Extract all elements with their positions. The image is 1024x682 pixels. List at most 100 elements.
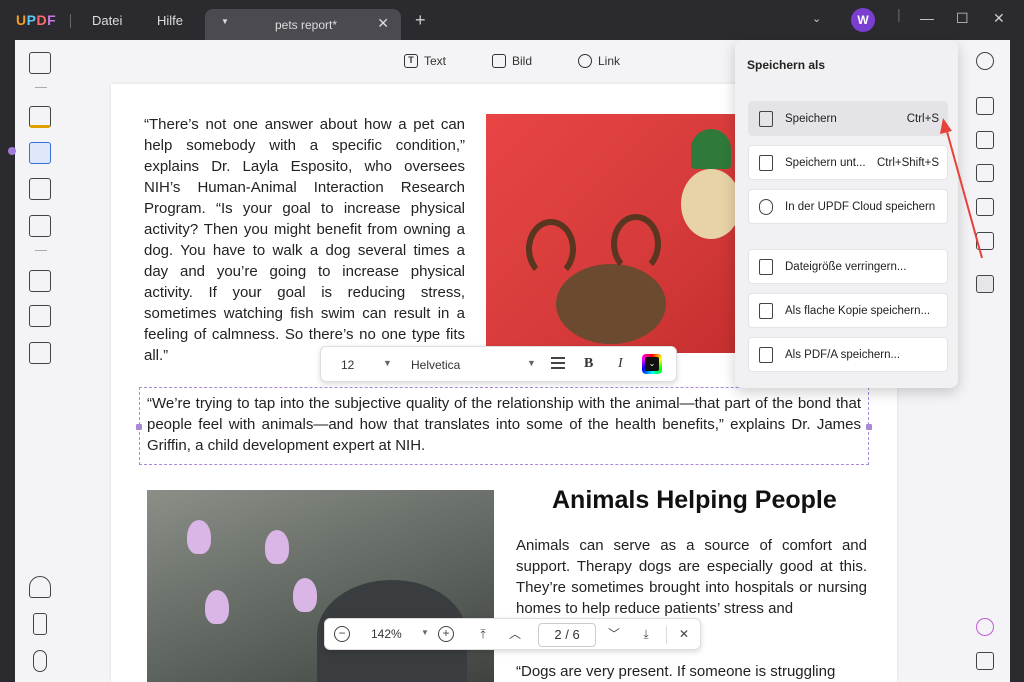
add-text-label: Text — [424, 54, 447, 68]
save-to-cloud-button[interactable]: In der UPDF Cloud speichern — [748, 189, 948, 224]
flatten-icon — [759, 303, 773, 319]
section-heading[interactable]: Animals Helping People — [552, 486, 837, 515]
shortcut-label: Ctrl+S — [906, 113, 939, 125]
body-paragraph[interactable]: “There’s not one answer about how a pet … — [144, 114, 465, 366]
save-as-menu: Speichern als Speichern Ctrl+S Speichern… — [735, 40, 958, 388]
font-color-button[interactable]: ⌄ — [642, 354, 662, 374]
share-icon[interactable] — [976, 198, 994, 216]
comment-list-icon[interactable] — [976, 652, 994, 670]
close-tab-icon[interactable]: ✕ — [377, 15, 389, 32]
convert-icon[interactable] — [976, 131, 994, 149]
maximize-icon[interactable]: ☐ — [956, 10, 969, 27]
save-flattened-label: Als flache Kopie speichern... — [785, 305, 931, 317]
body-paragraph[interactable]: “Dogs are very present. If someone is st… — [516, 661, 867, 682]
previous-page-icon[interactable]: ︿ — [507, 626, 523, 642]
font-family-select[interactable]: Helvetica — [411, 358, 460, 372]
add-link-label: Link — [598, 54, 621, 68]
quote-paragraph[interactable]: “We’re trying to tap into the subjective… — [147, 393, 861, 456]
fill-sign-icon[interactable] — [29, 215, 51, 237]
divider — [35, 250, 47, 251]
protect-file-icon[interactable] — [976, 164, 994, 182]
new-tab-icon[interactable]: + — [415, 10, 426, 31]
save-flattened-button[interactable]: Als flache Kopie speichern... — [748, 293, 948, 328]
sidebar-toggle-handle[interactable] — [8, 147, 16, 155]
link-icon — [578, 54, 592, 68]
comment-icon[interactable] — [29, 106, 51, 128]
menu-hilfe[interactable]: Hilfe — [157, 13, 183, 28]
resize-handle-left[interactable] — [136, 424, 142, 430]
text-icon: T — [404, 54, 418, 68]
save-to-cloud-label: In der UPDF Cloud speichern — [785, 201, 936, 213]
chevron-down-icon[interactable]: ▼ — [421, 628, 429, 637]
save-icon — [759, 111, 773, 127]
zoom-level[interactable]: 142% — [371, 627, 402, 641]
save-pdfa-label: Als PDF/A speichern... — [785, 349, 901, 361]
attachment-icon[interactable] — [33, 650, 47, 672]
cat-photo[interactable] — [147, 490, 494, 682]
chevron-down-icon: ⌄ — [645, 357, 659, 371]
reduce-file-size-button[interactable]: Dateigröße verringern... — [748, 249, 948, 284]
save-icon[interactable] — [976, 275, 994, 293]
updf-logo: UPDF — [16, 12, 57, 28]
save-as-label: Speichern unt... — [785, 157, 866, 169]
italic-button[interactable]: I — [618, 356, 623, 372]
first-page-icon[interactable]: ⤒ — [475, 626, 491, 642]
page-navigation-bar: − 142% ▼ + ⤒ ︿ 2 / 6 ﹀ ⤓ ✕ — [324, 618, 701, 650]
ocr-icon[interactable] — [976, 97, 994, 115]
divider: | — [897, 6, 901, 22]
bold-button[interactable]: B — [584, 356, 593, 372]
ai-assistant-icon[interactable] — [976, 618, 994, 636]
save-button[interactable]: Speichern Ctrl+S — [748, 101, 948, 136]
last-page-icon[interactable]: ⤓ — [638, 626, 654, 642]
reader-icon[interactable] — [29, 52, 51, 74]
chevron-down-icon[interactable]: ▼ — [527, 358, 536, 368]
minimize-icon[interactable]: — — [920, 10, 934, 26]
avatar[interactable]: W — [851, 8, 875, 32]
dogs-photo[interactable] — [486, 114, 737, 353]
cloud-icon — [759, 199, 773, 215]
current-page: 2 — [554, 627, 562, 642]
page-separator: / — [565, 627, 569, 642]
font-size-select[interactable]: 12 — [341, 358, 354, 372]
align-justify-icon[interactable] — [551, 357, 565, 369]
add-text-button[interactable]: T Text — [404, 54, 446, 68]
protect-icon[interactable] — [29, 342, 51, 364]
close-window-icon[interactable]: ✕ — [993, 10, 1005, 27]
save-as-button[interactable]: Speichern unt... Ctrl+Shift+S — [748, 145, 948, 180]
add-link-button[interactable]: Link — [578, 54, 620, 68]
page-number-input[interactable]: 2 / 6 — [538, 623, 596, 647]
close-icon[interactable]: ✕ — [676, 626, 692, 642]
save-label: Speichern — [785, 113, 837, 125]
form-icon[interactable] — [29, 178, 51, 200]
bookmark-icon[interactable] — [33, 613, 47, 635]
pdfa-icon — [759, 347, 773, 363]
zoom-out-icon[interactable]: − — [334, 626, 350, 642]
document-tab[interactable]: ▼ pets report* ✕ — [205, 9, 401, 40]
search-icon[interactable] — [976, 52, 994, 70]
body-paragraph[interactable]: Animals can serve as a source of comfort… — [516, 535, 867, 619]
shortcut-label: Ctrl+Shift+S — [877, 157, 939, 169]
email-icon[interactable] — [976, 232, 994, 250]
organize-pages-icon[interactable] — [29, 270, 51, 292]
edit-pdf-icon[interactable] — [29, 142, 51, 164]
save-pdfa-button[interactable]: Als PDF/A speichern... — [748, 337, 948, 372]
crop-icon[interactable] — [29, 305, 51, 327]
tab-dropdown-icon[interactable]: ▼ — [221, 17, 229, 26]
tab-title: pets report* — [275, 18, 338, 32]
layers-icon[interactable] — [29, 576, 51, 598]
image-icon — [492, 54, 506, 68]
right-toolbar — [962, 40, 1010, 682]
save-as-icon — [759, 155, 773, 171]
resize-handle-right[interactable] — [866, 424, 872, 430]
left-toolbar — [15, 40, 67, 682]
text-format-toolbar: 12 ▼ Helvetica ▼ B I ⌄ — [320, 346, 677, 382]
total-pages: 6 — [572, 627, 580, 642]
add-image-button[interactable]: Bild — [492, 54, 532, 68]
next-page-icon[interactable]: ﹀ — [606, 626, 622, 642]
compress-icon — [759, 259, 773, 275]
menu-datei[interactable]: Datei — [92, 13, 122, 28]
zoom-in-icon[interactable]: + — [438, 626, 454, 642]
chevron-down-icon[interactable]: ⌄ — [812, 12, 821, 25]
divider — [70, 14, 71, 28]
chevron-down-icon[interactable]: ▼ — [383, 358, 392, 368]
